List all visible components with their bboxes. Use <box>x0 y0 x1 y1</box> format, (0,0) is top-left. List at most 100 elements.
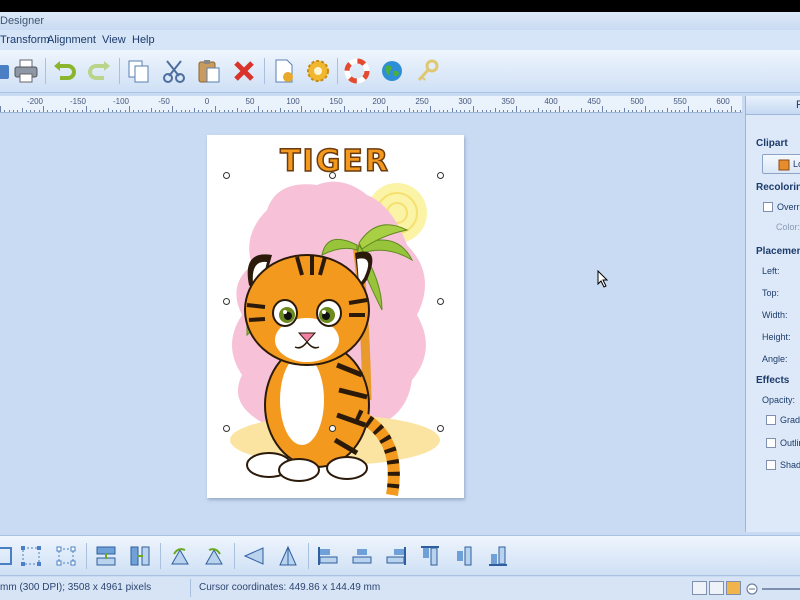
ruler-tick <box>25 110 27 112</box>
ruler-tick <box>107 108 109 112</box>
shadow-checkbox[interactable] <box>766 460 776 470</box>
ruler-toggle-icon[interactable] <box>726 581 741 595</box>
flip-horizontal-button[interactable] <box>125 541 155 571</box>
ruler-tick <box>623 108 625 112</box>
help-button[interactable] <box>342 56 372 86</box>
align-right-button[interactable] <box>381 541 411 571</box>
rotate-left-button[interactable] <box>165 541 195 571</box>
ruler-tick <box>688 106 689 112</box>
selection-handle[interactable] <box>437 425 444 432</box>
ruler-label: 600 <box>716 97 730 106</box>
ruler-tick <box>322 108 324 112</box>
ruler-tick <box>326 110 328 112</box>
recoloring-heading: Recoloring <box>756 182 800 193</box>
align-middle-button[interactable] <box>449 541 479 571</box>
selection-handle[interactable] <box>437 298 444 305</box>
ruler-tick <box>425 110 427 112</box>
align-bottom-button[interactable] <box>483 541 513 571</box>
key-button[interactable] <box>412 56 442 86</box>
selection-handle[interactable] <box>223 425 230 432</box>
flip-vertical-button[interactable] <box>91 541 121 571</box>
ruler-tick <box>391 110 393 112</box>
clipart-icon <box>778 159 790 171</box>
skew-left-button[interactable] <box>239 541 269 571</box>
ruler-tick <box>223 110 225 112</box>
rotate-right-icon <box>205 548 223 565</box>
ruler-tick <box>34 110 36 112</box>
ruler-tick <box>382 110 384 112</box>
delete-button[interactable] <box>229 56 259 86</box>
web-icon <box>382 61 402 81</box>
select-group-button[interactable] <box>51 541 81 571</box>
selection-handle[interactable] <box>329 425 336 432</box>
redo-button[interactable] <box>84 56 114 86</box>
selection-handle[interactable] <box>437 172 444 179</box>
ruler-tick <box>120 110 122 112</box>
select-frame-button[interactable] <box>16 541 46 571</box>
menu-view[interactable]: View <box>102 34 126 46</box>
skew-right-button[interactable] <box>273 541 303 571</box>
load-clipart-button[interactable]: Lo <box>762 154 800 174</box>
ruler-tick <box>283 110 285 112</box>
ruler-tick <box>309 110 311 112</box>
load-button-label: Lo <box>793 159 800 169</box>
skew-left-icon <box>243 547 264 565</box>
print-button[interactable] <box>11 56 41 86</box>
align-left-button[interactable] <box>313 541 343 571</box>
ruler-label: 100 <box>286 97 300 106</box>
zoom-slider[interactable] <box>762 588 800 590</box>
ruler-tick <box>38 110 40 112</box>
selection-handle[interactable] <box>223 172 230 179</box>
page[interactable]: TIGER <box>207 135 464 498</box>
grid-view-icon[interactable] <box>692 581 707 595</box>
list-view-icon[interactable] <box>709 581 724 595</box>
ruler-tick <box>301 106 302 112</box>
ruler-tick <box>619 110 621 112</box>
ruler-tick <box>627 110 629 112</box>
align-top-button[interactable] <box>415 541 445 571</box>
ruler-tick <box>116 110 118 112</box>
paste-button[interactable] <box>194 56 224 86</box>
ruler-tick <box>559 106 560 112</box>
ruler-tick <box>202 110 204 112</box>
menu-alignment[interactable]: Alignment <box>47 34 96 46</box>
skew-right-icon <box>279 545 297 566</box>
cut-button[interactable] <box>159 56 189 86</box>
ruler-tick <box>12 110 14 112</box>
selection-handle[interactable] <box>223 298 230 305</box>
web-button[interactable] <box>377 56 407 86</box>
outline-checkbox[interactable] <box>766 438 776 448</box>
ruler-tick <box>412 110 414 112</box>
app-window: Designer Transform Alignment View Help -… <box>0 12 800 600</box>
ruler-tick <box>193 108 195 112</box>
ruler-tick <box>442 110 444 112</box>
panel-header: P <box>746 96 800 115</box>
ruler-tick <box>550 110 552 112</box>
design-canvas[interactable]: TIGER <box>0 113 742 532</box>
gradient-checkbox[interactable] <box>766 415 776 425</box>
ruler-tick <box>266 110 268 112</box>
align-right-icon <box>386 547 406 565</box>
ruler-tick <box>494 108 496 112</box>
ruler-tick <box>270 110 272 112</box>
override-checkbox[interactable] <box>763 202 773 212</box>
select-frame-icon <box>21 546 41 566</box>
ruler-tick <box>111 110 113 112</box>
selection-handle[interactable] <box>329 172 336 179</box>
menu-transform[interactable]: Transform <box>0 34 50 46</box>
tiger-clipart[interactable]: TIGER <box>207 135 464 498</box>
left-label: Left: <box>762 266 780 276</box>
rotate-right-button[interactable] <box>199 541 229 571</box>
settings-button[interactable] <box>303 56 333 86</box>
undo-button[interactable] <box>50 56 80 86</box>
ruler-tick <box>602 106 603 112</box>
width-label: Width: <box>762 310 788 320</box>
ruler-tick <box>645 106 646 112</box>
zoom-out-icon[interactable] <box>746 583 758 595</box>
align-center-button[interactable] <box>347 541 377 571</box>
menu-help[interactable]: Help <box>132 34 155 46</box>
page-setup-button[interactable] <box>269 56 299 86</box>
ruler-tick <box>47 110 49 112</box>
ruler-tick <box>374 110 376 112</box>
copy-button[interactable] <box>124 56 154 86</box>
